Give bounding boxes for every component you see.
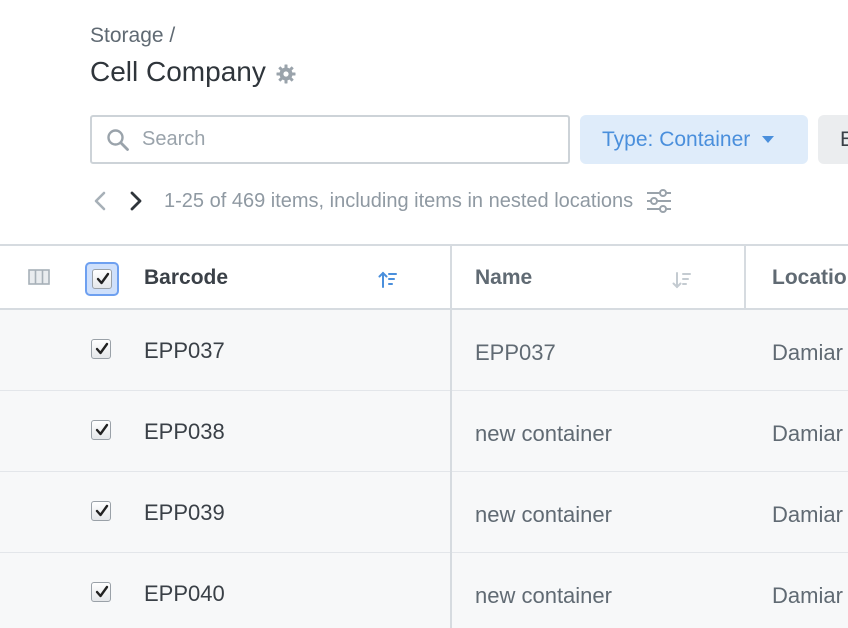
column-divider bbox=[450, 391, 452, 472]
cell-location: Damiar bbox=[772, 340, 843, 365]
row-checkbox[interactable] bbox=[91, 420, 111, 440]
cell-name: new container bbox=[475, 421, 612, 446]
column-divider bbox=[450, 310, 452, 391]
table-row[interactable]: EPP037 EPP037 Damiar bbox=[0, 310, 848, 391]
column-divider[interactable] bbox=[450, 246, 452, 310]
table-row[interactable]: EPP039 new container Damiar bbox=[0, 472, 848, 553]
column-divider bbox=[450, 553, 452, 628]
cell-location: Damiar bbox=[772, 583, 843, 608]
chevron-right-icon[interactable] bbox=[128, 190, 144, 212]
cell-name: new container bbox=[475, 502, 612, 527]
type-filter-label: Type: Container bbox=[602, 127, 751, 151]
pagination-info: 1-25 of 469 items, including items in ne… bbox=[164, 189, 634, 212]
columns-icon[interactable] bbox=[28, 269, 50, 285]
cell-location: Damiar bbox=[772, 421, 843, 446]
secondary-filter-button[interactable]: E bbox=[818, 115, 848, 164]
search-box[interactable] bbox=[90, 115, 570, 164]
column-divider bbox=[450, 472, 452, 553]
type-filter-dropdown[interactable]: Type: Container bbox=[580, 115, 808, 164]
secondary-filter-label: E bbox=[840, 127, 848, 151]
column-header-location[interactable]: Locatio bbox=[772, 266, 847, 290]
sliders-icon[interactable] bbox=[645, 187, 673, 215]
table-row[interactable]: EPP038 new container Damiar bbox=[0, 391, 848, 472]
sort-desc-icon[interactable] bbox=[672, 270, 692, 290]
row-checkbox[interactable] bbox=[91, 582, 111, 602]
sort-asc-icon[interactable] bbox=[378, 270, 398, 290]
cell-barcode: EPP038 bbox=[144, 419, 225, 444]
page-title: Cell Company bbox=[90, 56, 266, 87]
chevron-left-icon[interactable] bbox=[92, 190, 108, 212]
column-divider[interactable] bbox=[744, 246, 746, 310]
title-row: Cell Company bbox=[90, 56, 296, 88]
breadcrumb[interactable]: Storage / bbox=[90, 24, 175, 48]
row-checkbox[interactable] bbox=[91, 501, 111, 521]
search-input[interactable] bbox=[142, 117, 562, 162]
cell-barcode: EPP040 bbox=[144, 581, 225, 606]
cell-name: new container bbox=[475, 583, 612, 608]
table-row[interactable]: EPP040 new container Damiar bbox=[0, 553, 848, 628]
pagination-bar: 1-25 of 469 items, including items in ne… bbox=[90, 186, 673, 216]
search-icon bbox=[106, 128, 130, 152]
gear-icon[interactable] bbox=[276, 64, 296, 84]
select-all-checkbox[interactable] bbox=[92, 269, 112, 289]
row-checkbox[interactable] bbox=[91, 339, 111, 359]
caret-down-icon bbox=[762, 136, 775, 143]
cell-name: EPP037 bbox=[475, 340, 556, 365]
select-all-focus-ring bbox=[85, 262, 119, 296]
cell-barcode: EPP037 bbox=[144, 338, 225, 363]
cell-barcode: EPP039 bbox=[144, 500, 225, 525]
column-header-name[interactable]: Name bbox=[475, 266, 532, 290]
cell-location: Damiar bbox=[772, 502, 843, 527]
column-header-barcode[interactable]: Barcode bbox=[144, 266, 228, 290]
items-table: Barcode Name Locatio EPP037 EPP037 Damia… bbox=[0, 244, 848, 628]
table-header: Barcode Name Locatio bbox=[0, 246, 848, 310]
